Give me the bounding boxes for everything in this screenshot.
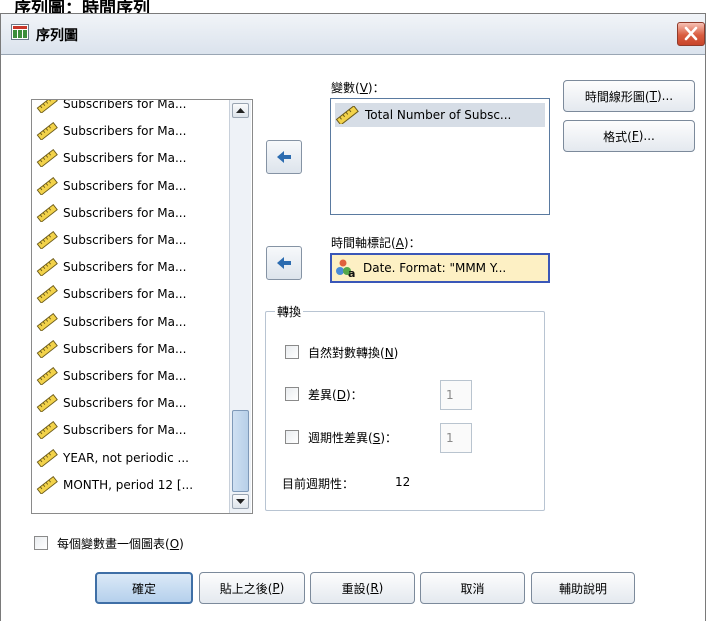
ok-button[interactable]: 確定 (95, 572, 193, 604)
variable-name: Subscribers for Ma... (63, 396, 187, 411)
scale-ruler-icon (36, 475, 58, 494)
variable-name: Subscribers for Ma... (63, 423, 187, 438)
variable-list-item[interactable]: MONTH, period 12 [... (36, 473, 231, 497)
transform-group-title: 轉換 (275, 303, 304, 320)
variable-list-scrollbar[interactable] (229, 100, 251, 513)
variable-name: Subscribers for Ma... (63, 314, 187, 329)
seasonal-difference-checkbox[interactable] (285, 430, 299, 444)
help-button[interactable]: 輔助說明 (531, 572, 635, 604)
current-periodicity-value: 12 (395, 475, 411, 489)
reset-button[interactable]: 重設(R) (310, 572, 415, 604)
variable-list-item[interactable]: Subscribers for Ma... (36, 310, 231, 334)
one-chart-per-variable-checkbox[interactable] (34, 536, 48, 550)
variable-list-item[interactable]: Subscribers for Ma... (36, 99, 231, 116)
scroll-down-icon (236, 499, 245, 504)
scale-ruler-icon (36, 448, 58, 467)
scale-ruler-icon (36, 285, 58, 304)
scroll-up-icon (236, 108, 245, 113)
close-icon (684, 26, 698, 41)
sequence-chart-app-icon (11, 24, 29, 40)
variable-name: Subscribers for Ma... (63, 260, 187, 275)
scale-ruler-icon (36, 258, 58, 277)
variable-list-item[interactable]: Subscribers for Ma... (36, 255, 231, 279)
scale-ruler-icon (36, 367, 58, 385)
arrow-left-icon (277, 151, 291, 163)
variable-list-item[interactable]: YEAR, not periodic ... (36, 446, 231, 470)
variable-list-item[interactable]: Subscribers for Ma... (36, 418, 231, 442)
close-button[interactable] (677, 22, 705, 46)
variable-list-item[interactable]: Subscribers for Ma... (36, 391, 231, 415)
variable-name: Subscribers for Ma... (63, 233, 187, 247)
time-axis-label: 時間軸標記(A)： (331, 236, 421, 250)
variable-name: YEAR, not periodic ... (63, 450, 189, 465)
scale-ruler-icon (36, 122, 58, 141)
seasonal-difference-label: 週期性差異(S)： (308, 431, 397, 445)
scale-ruler-icon (36, 394, 58, 413)
variable-list-item[interactable]: Subscribers for Ma... (36, 228, 231, 252)
date-variable-icon: a (336, 259, 355, 278)
scroll-thumb[interactable] (232, 410, 249, 492)
scale-ruler-icon (36, 421, 58, 440)
svg-text:a: a (348, 267, 355, 278)
title-bar[interactable] (1, 14, 705, 55)
seasonal-difference-input[interactable]: 1 (440, 423, 472, 453)
variable-name: Subscribers for Ma... (63, 124, 187, 139)
variable-name: Subscribers for Ma... (63, 178, 187, 193)
variable-list-item[interactable]: Subscribers for Ma... (36, 282, 231, 306)
variable-name: Subscribers for Ma... (63, 151, 187, 166)
scale-ruler-icon (36, 100, 58, 113)
move-to-variables-button[interactable] (266, 140, 302, 174)
difference-label: 差異(D)： (308, 388, 363, 402)
variable-name: Subscribers for Ma... (63, 341, 187, 356)
time-axis-field[interactable]: a Date. Format: "MMM Y... (330, 253, 550, 283)
variable-list-item[interactable]: Subscribers for Ma... (36, 201, 231, 225)
move-to-time-axis-button[interactable] (266, 246, 302, 280)
time-lines-button[interactable]: 時間線形圖(T)... (563, 80, 695, 112)
selected-variable-item[interactable]: Total Number of Subsc... (335, 103, 545, 127)
variable-name: MONTH, period 12 [... (63, 477, 194, 492)
paste-button[interactable]: 貼上之後(P) (199, 572, 305, 604)
variable-name: Subscribers for Ma... (63, 99, 187, 111)
variables-label: 變數(V)： (331, 81, 385, 95)
variable-list-item[interactable]: Subscribers for Ma... (36, 364, 231, 388)
scroll-up-button[interactable] (232, 103, 249, 118)
natural-log-checkbox[interactable] (285, 345, 299, 359)
scale-ruler-icon (36, 339, 58, 358)
variable-name: Subscribers for Ma... (63, 369, 187, 383)
scale-ruler-icon (36, 203, 58, 222)
difference-checkbox[interactable] (285, 387, 299, 401)
scroll-down-button[interactable] (232, 494, 249, 509)
variable-list-item[interactable]: Subscribers for Ma... (36, 337, 231, 361)
scale-ruler-icon (36, 149, 58, 168)
variable-name: Subscribers for Ma... (63, 287, 187, 302)
variable-list-item[interactable]: Subscribers for Ma... (36, 119, 231, 143)
variables-target-list[interactable]: Total Number of Subsc... (330, 98, 550, 215)
current-periodicity-label: 目前週期性： (282, 477, 355, 491)
cancel-button[interactable]: 取消 (420, 572, 525, 604)
natural-log-label: 自然對數轉換(N) (308, 346, 399, 360)
one-chart-per-variable-label: 每個變數畫一個圖表(O) (57, 537, 184, 551)
difference-input[interactable]: 1 (440, 380, 472, 410)
scale-ruler-icon (36, 231, 58, 249)
variable-name: Subscribers for Ma... (63, 205, 187, 220)
scale-ruler-icon (335, 106, 359, 124)
source-variable-list[interactable]: Subscribers for Ma... Subscribers for Ma.… (31, 99, 253, 514)
scale-ruler-icon (36, 176, 58, 195)
arrow-left-icon (277, 257, 291, 269)
scale-ruler-icon (36, 312, 58, 331)
variable-list-item[interactable]: Subscribers for Ma... (36, 146, 231, 170)
variable-list-item[interactable]: Subscribers for Ma... (36, 174, 231, 198)
format-button[interactable]: 格式(F)... (563, 120, 695, 152)
dialog-title: 序列圖 (36, 28, 78, 44)
